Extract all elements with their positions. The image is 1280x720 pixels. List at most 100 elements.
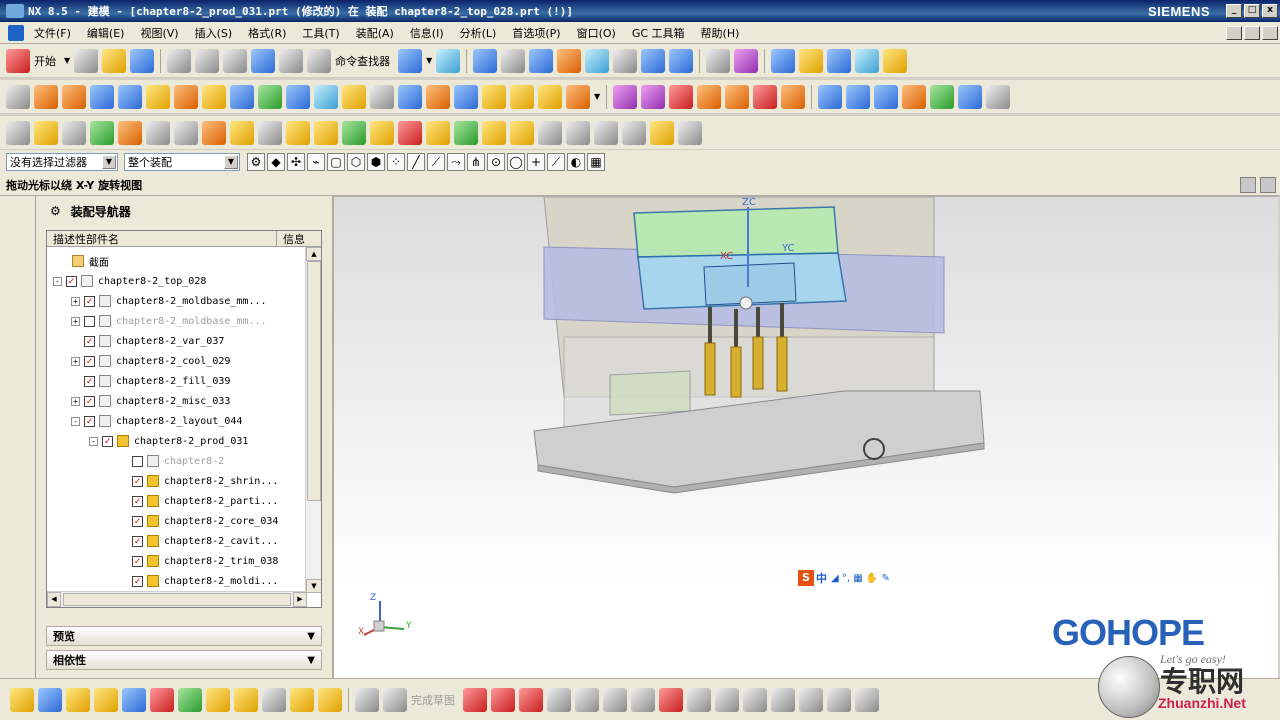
reuse-library-tab-icon[interactable] — [6, 330, 32, 356]
sketch-plane-icon[interactable] — [355, 687, 379, 712]
tree-row[interactable]: - ✓ chapter8-2_layout_044 — [71, 411, 242, 431]
fit-view-icon[interactable] — [473, 48, 498, 73]
project-init-icon[interactable] — [6, 120, 30, 145]
workpiece-icon[interactable] — [118, 120, 142, 145]
midpoint-snap-icon[interactable]: ⟋ — [427, 153, 445, 171]
product-select-icon[interactable] — [34, 120, 58, 145]
select-body-icon[interactable]: ⬢ — [367, 153, 385, 171]
make-coplanar-icon[interactable] — [781, 84, 806, 109]
clock-icon[interactable] — [6, 450, 32, 476]
studio-surface-icon[interactable] — [874, 84, 899, 109]
visibility-checkbox[interactable]: ✓ — [84, 295, 95, 307]
tree-row[interactable]: ✓ chapter8-2_shrin... — [119, 471, 278, 491]
column-header-info[interactable]: 信息 — [277, 231, 305, 246]
tree-row[interactable]: ✓ chapter8-2_trim_038 — [119, 551, 278, 571]
tree-row[interactable]: ✓ chapter8-2_core_034 — [119, 511, 278, 531]
slider-lifter-icon[interactable] — [342, 120, 366, 145]
draft-icon[interactable] — [454, 84, 478, 109]
expand-icon[interactable]: + — [71, 296, 80, 306]
endpoint-snap-icon[interactable]: ╱ — [407, 153, 425, 171]
chevron-down-icon[interactable]: ▼ — [224, 155, 238, 169]
through-mesh-icon[interactable] — [846, 84, 871, 109]
shrinkage-icon[interactable] — [90, 120, 114, 145]
save-icon[interactable] — [130, 48, 155, 73]
chevron-down-icon[interactable]: ▼ — [307, 655, 315, 666]
family-mold-icon[interactable] — [174, 120, 198, 145]
visibility-checkbox[interactable]: ✓ — [84, 395, 95, 407]
visibility-checkbox[interactable]: ✓ — [102, 435, 113, 447]
polygon-icon[interactable] — [715, 687, 739, 712]
vertical-scrollbar[interactable]: ▲ ▼ — [305, 247, 321, 593]
column-header-name[interactable]: 描述性部件名 — [47, 231, 277, 246]
roles-tab-icon[interactable] — [6, 490, 32, 516]
circle-icon[interactable] — [547, 687, 571, 712]
ime-tools[interactable]: ◢ °, ▦ ✋ ✎ — [831, 573, 890, 584]
maximize-button[interactable]: □ — [1244, 4, 1260, 18]
snap-point-icon[interactable]: ⁘ — [387, 153, 405, 171]
dependency-section[interactable]: 相依性 ▼ — [46, 650, 322, 670]
tree-row[interactable]: - ✓ chapter8-2_top_028 — [53, 271, 206, 291]
tree-row[interactable]: - ✓ chapter8-2_prod_031 — [89, 431, 248, 451]
drawing-icon[interactable] — [594, 120, 618, 145]
menu-gc-toolbox[interactable]: GC 工具箱 — [624, 25, 693, 41]
extrude-icon[interactable] — [34, 84, 58, 109]
scroll-down-icon[interactable]: ▼ — [306, 579, 321, 593]
horizontal-scrollbar[interactable]: ◀ ▶ — [47, 591, 307, 607]
menu-edit[interactable]: 编辑(E) — [79, 25, 133, 41]
graphics-window[interactable]: ZC YC XC Z Y X — [334, 196, 1278, 678]
arc-center-snap-icon[interactable]: ⊙ — [487, 153, 505, 171]
assembly-navigator-tool-icon[interactable] — [706, 48, 731, 73]
visibility-checkbox[interactable]: ✓ — [84, 375, 95, 387]
selection-scope-select[interactable]: 整个装配 ▼ — [124, 153, 240, 171]
ime-toolbar[interactable]: S 中 ◢ °, ▦ ✋ ✎ — [798, 570, 890, 586]
visibility-checkbox[interactable]: ✓ — [132, 455, 143, 467]
cavity-layout-icon[interactable] — [146, 120, 170, 145]
pocket-mold-icon[interactable] — [538, 120, 562, 145]
point-on-curve-snap-icon[interactable]: ⟋ — [547, 153, 565, 171]
point-icon[interactable] — [687, 687, 711, 712]
link-icon[interactable] — [290, 687, 314, 712]
arc-icon[interactable] — [519, 687, 543, 712]
type-filter-select[interactable]: 没有选择过滤器 ▼ — [6, 153, 118, 171]
n-sided-surface-icon[interactable] — [902, 84, 927, 109]
cooling-icon[interactable] — [454, 120, 478, 145]
pull-face-icon[interactable] — [641, 84, 666, 109]
visibility-checkbox[interactable]: ✓ — [132, 555, 143, 567]
ruler-icon[interactable] — [883, 48, 908, 73]
paperclip-icon[interactable] — [318, 687, 342, 712]
collapse-icon[interactable]: - — [89, 436, 98, 446]
intersection-snap-icon[interactable]: ⋔ — [467, 153, 485, 171]
ime-chinese-mode[interactable]: 中 — [816, 570, 827, 586]
menu-analysis[interactable]: 分析(L) — [452, 25, 505, 41]
control-point-snap-icon[interactable]: ⤳ — [447, 153, 465, 171]
mold-tools-icon[interactable] — [202, 120, 226, 145]
line-icon[interactable] — [491, 687, 515, 712]
view-manager-icon[interactable] — [622, 120, 646, 145]
visibility-checkbox[interactable]: ✓ — [132, 515, 143, 527]
constraint-navigator-tab-icon[interactable] — [6, 250, 32, 276]
replace-face-icon[interactable] — [697, 84, 722, 109]
assembly-add-icon[interactable] — [10, 687, 34, 712]
wave-linker-icon[interactable] — [262, 687, 286, 712]
move-component-icon[interactable] — [122, 687, 146, 712]
sequence-icon[interactable] — [234, 687, 258, 712]
scroll-up-icon[interactable]: ▲ — [306, 247, 321, 261]
hole-icon[interactable] — [146, 84, 170, 109]
revolve-icon[interactable] — [62, 84, 86, 109]
mold-csys-icon[interactable] — [62, 120, 86, 145]
resize-blend-icon[interactable] — [725, 84, 750, 109]
chamfer-sketch-icon[interactable] — [603, 687, 627, 712]
tree-row[interactable]: ✓ chapter8-2 — [119, 451, 224, 471]
undo-icon[interactable] — [251, 48, 276, 73]
app-menu-icon[interactable] — [8, 24, 24, 41]
orient-view-icon[interactable] — [529, 48, 554, 73]
tree-row[interactable]: + ✓ chapter8-2_cool_029 — [71, 351, 230, 371]
tree-row[interactable]: + ✓ chapter8-2_moldbase_mm... — [71, 291, 267, 311]
assembly-constraints-icon[interactable] — [150, 687, 174, 712]
mold-more-icon[interactable] — [678, 120, 702, 145]
general-selection-icon[interactable]: ✣ — [287, 153, 305, 171]
select-face-icon[interactable]: ⬡ — [347, 153, 365, 171]
layer-icon[interactable] — [613, 48, 638, 73]
fullscreen-icon[interactable] — [1260, 176, 1276, 193]
exploded-view-icon[interactable] — [206, 687, 230, 712]
